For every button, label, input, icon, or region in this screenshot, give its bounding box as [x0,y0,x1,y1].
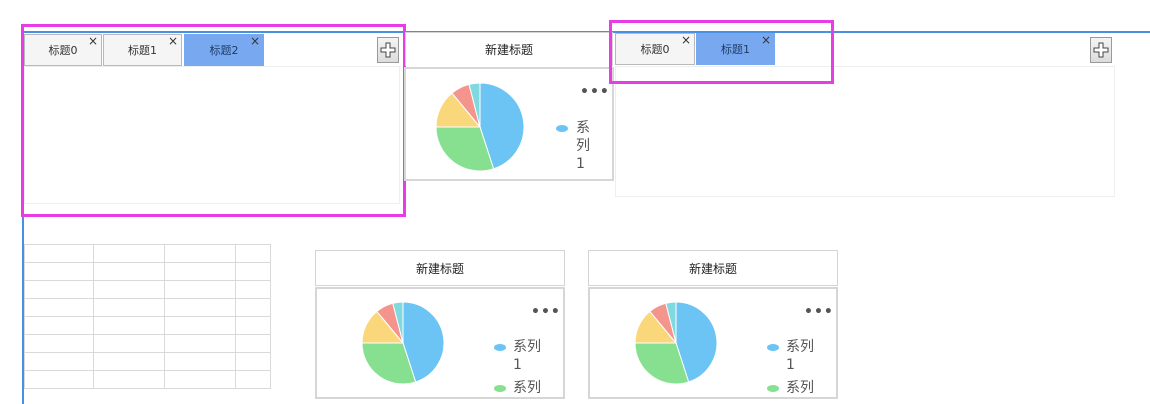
legend-marker-icon [767,385,779,392]
chart-title-top: 新建标题 [405,32,613,66]
table-row [24,262,271,281]
legend-marker-icon [494,344,506,351]
pie-chart [361,301,445,385]
chart-title-bottom-1: 新建标题 [315,250,565,286]
legend-series-1[interactable]: 系列1 [513,338,545,374]
table-row [24,298,271,317]
legend-marker-icon [767,344,779,351]
selection-highlight-right [609,20,834,84]
pie-chart [634,301,718,385]
data-grid [24,244,271,389]
table-row [24,370,271,389]
legend-series-1[interactable]: 系列1 [576,119,596,173]
selection-highlight-left [21,24,406,217]
chart-panel-top: ••• 系列1 [404,67,614,181]
table-row [24,280,271,299]
table-row [24,352,271,371]
more-icon[interactable]: ••• [804,305,834,319]
table-row [24,334,271,353]
chart-panel-bottom-1: ••• 系列1 系列 [315,287,565,399]
tab-content-right [615,66,1115,197]
legend-series-2[interactable]: 系列 [786,379,826,397]
chart-title-bottom-2: 新建标题 [588,250,838,286]
legend-marker-icon [494,385,506,392]
legend-marker-icon [556,125,568,132]
more-icon[interactable]: ••• [531,305,561,319]
table-row [24,244,271,263]
chart-panel-bottom-2: ••• 系列1 系列 [588,287,838,399]
legend-series-1[interactable]: 系列1 [786,338,818,374]
table-row [24,316,271,335]
plus-icon [1093,42,1109,58]
pie-chart [435,82,525,172]
more-icon[interactable]: ••• [580,85,610,99]
add-tab-button[interactable] [1090,37,1112,63]
legend-series-2[interactable]: 系列 [513,379,553,397]
